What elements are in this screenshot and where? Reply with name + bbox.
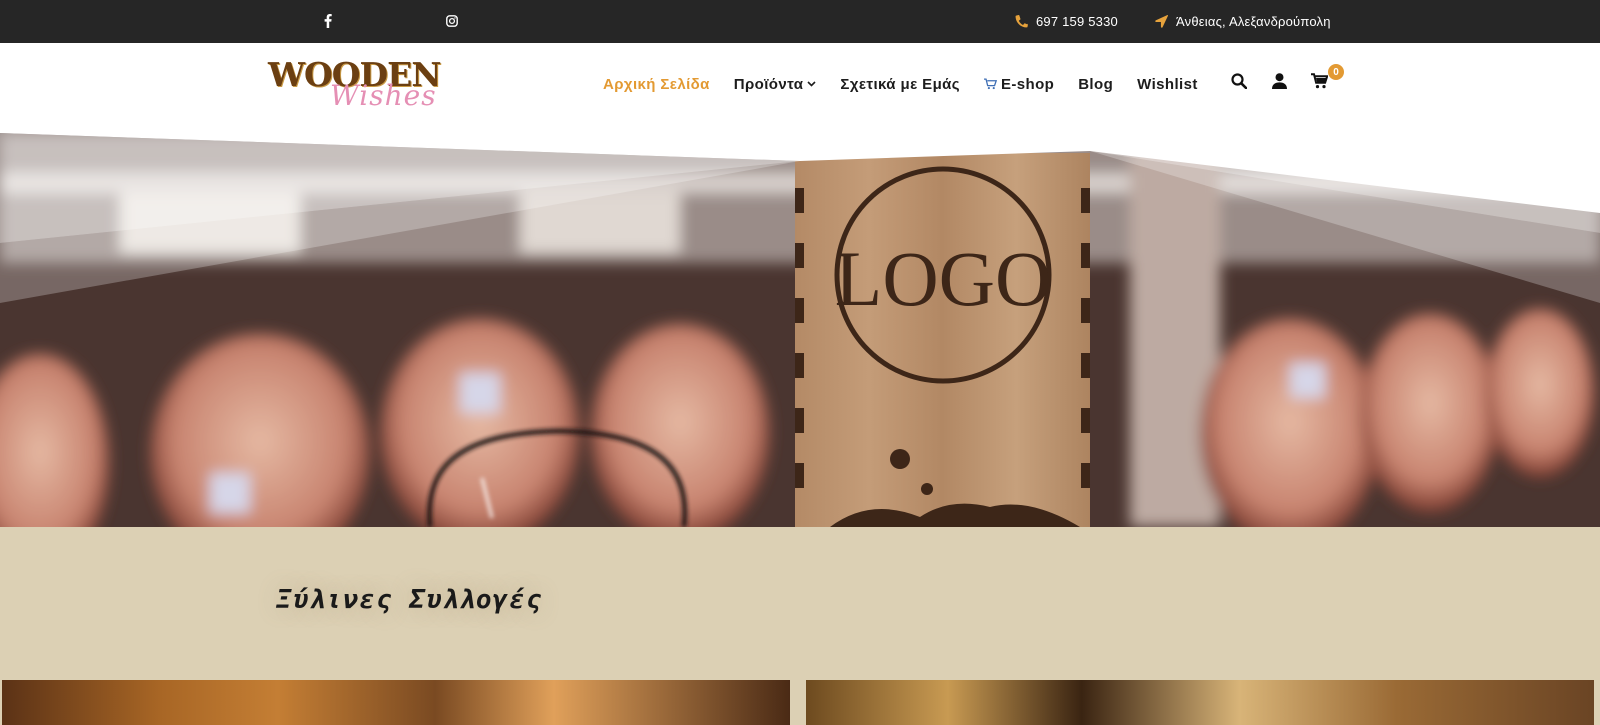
cart-count-badge: 0: [1328, 64, 1344, 80]
top-bar: 697 159 5330 Άνθειας, Αλεξανδρούπολη: [0, 0, 1600, 43]
collections-title: Ξύλινες Συλλογές: [276, 585, 543, 615]
header-cart-icon[interactable]: [1308, 70, 1330, 92]
cart-icon: [983, 78, 997, 90]
logo-word-wishes: Wishes: [330, 79, 437, 112]
site-logo[interactable]: WOODEN Wishes: [266, 55, 441, 115]
box-engraving-text: LOGO: [835, 235, 1052, 322]
nav-item-wishlist[interactable]: Wishlist: [1137, 76, 1198, 93]
phone-contact[interactable]: 697 159 5330: [1015, 11, 1118, 31]
facebook-icon[interactable]: [318, 11, 338, 31]
instagram-icon[interactable]: [442, 11, 462, 31]
collection-card[interactable]: [2, 680, 790, 725]
hero-banner: LOGO: [0, 133, 1600, 527]
site-header: WOODEN Wishes Αρχική Σελίδα Προϊόντα Σχε…: [0, 43, 1600, 133]
nav-item-products[interactable]: Προϊόντα: [734, 76, 817, 93]
hero-image: LOGO: [0, 133, 1600, 527]
nav-item-about[interactable]: Σχετικά με Εμάς: [840, 76, 960, 93]
chevron-down-icon: [807, 81, 816, 87]
main-nav: Αρχική Σελίδα Προϊόντα Σχετικά με Εμάς E…: [603, 71, 1198, 97]
collection-card[interactable]: [806, 680, 1594, 725]
search-icon[interactable]: [1228, 70, 1250, 92]
user-icon[interactable]: [1268, 70, 1290, 92]
address-text: Άνθειας, Αλεξανδρούπολη: [1176, 13, 1331, 29]
nav-item-blog[interactable]: Blog: [1078, 76, 1113, 93]
nav-item-eshop[interactable]: E-shop: [983, 76, 1054, 93]
phone-number: 697 159 5330: [1036, 13, 1118, 29]
phone-icon: [1015, 14, 1028, 27]
nav-item-home[interactable]: Αρχική Σελίδα: [603, 76, 710, 93]
location-arrow-icon: [1155, 14, 1168, 28]
address-contact[interactable]: Άνθειας, Αλεξανδρούπολη: [1155, 11, 1331, 31]
collections-section: Ξύλινες Συλλογές: [0, 527, 1600, 725]
